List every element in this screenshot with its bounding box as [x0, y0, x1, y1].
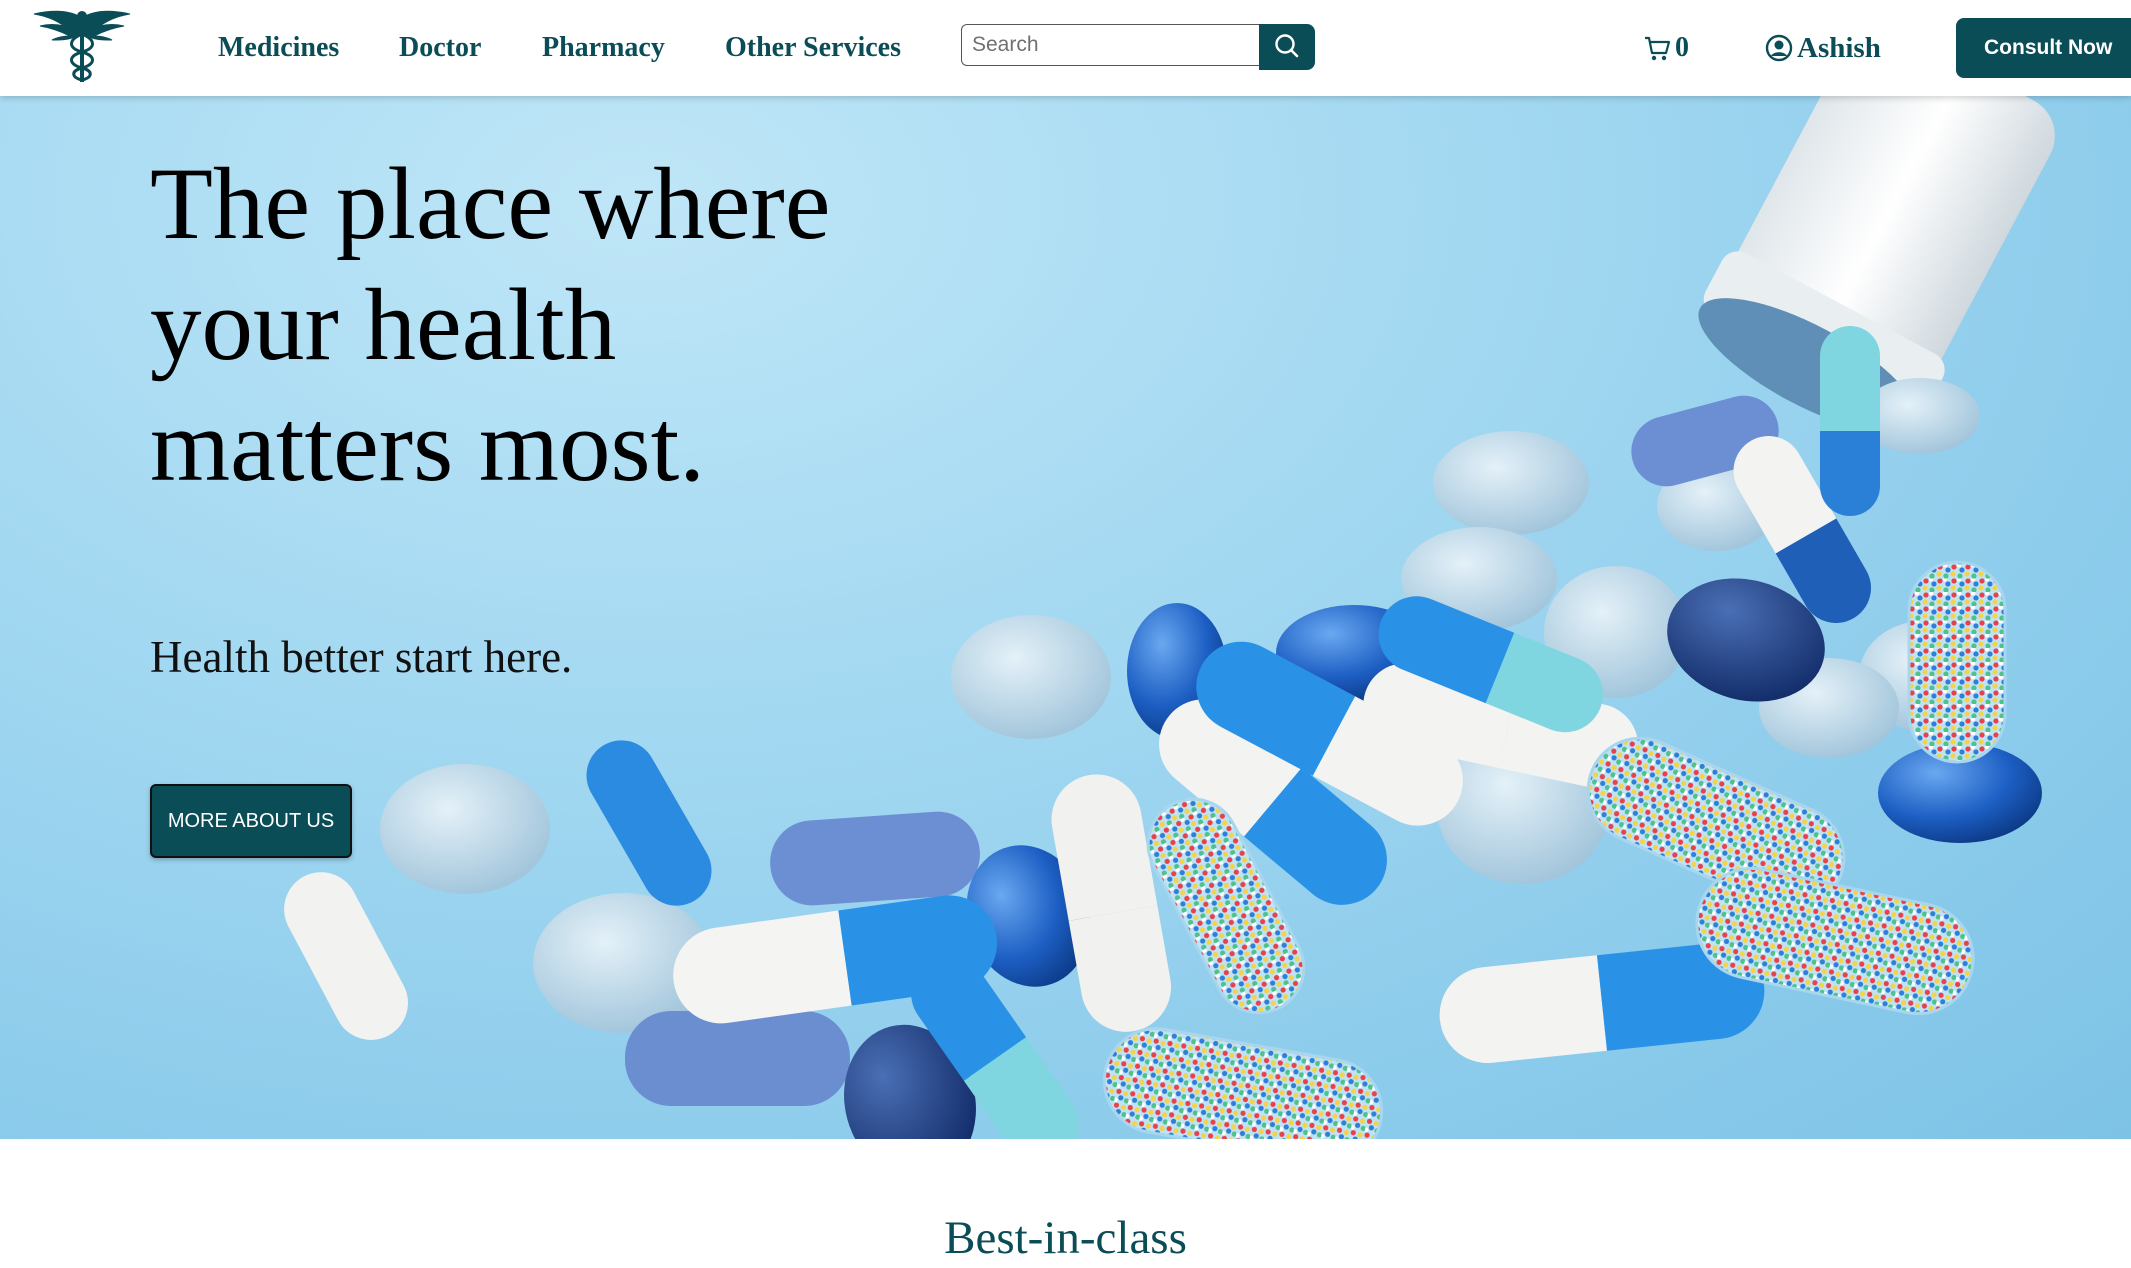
hero-banner: The place where your health matters most…	[0, 96, 2131, 1139]
hero-title: The place where your health matters most…	[150, 147, 831, 503]
nav-link-medicines[interactable]: Medicines	[218, 28, 339, 68]
search-button[interactable]	[1259, 24, 1315, 70]
user-circle-icon	[1765, 34, 1793, 62]
hero-subtitle: Health better start here.	[150, 632, 573, 682]
caduceus-icon[interactable]	[30, 4, 134, 86]
section-heading: Best-in-class	[944, 1212, 1187, 1264]
top-navbar: Medicines Doctor Pharmacy Other Services…	[0, 0, 2131, 96]
cart-button[interactable]: 0	[1643, 28, 1689, 68]
search-icon	[1275, 34, 1299, 58]
cart-icon	[1645, 36, 1671, 61]
consult-now-button[interactable]: Consult Now	[1956, 18, 2131, 78]
user-name: Ashish	[1797, 31, 1881, 64]
nav-link-pharmacy[interactable]: Pharmacy	[542, 28, 665, 68]
more-about-us-button[interactable]: MORE ABOUT US	[150, 784, 352, 858]
nav-link-doctor[interactable]: Doctor	[399, 28, 481, 68]
search-input[interactable]	[961, 24, 1261, 66]
cart-count: 0	[1675, 32, 1689, 63]
search-form	[961, 24, 1315, 70]
nav-link-other-services[interactable]: Other Services	[725, 28, 901, 68]
user-account-link[interactable]: Ashish	[1765, 28, 1881, 68]
